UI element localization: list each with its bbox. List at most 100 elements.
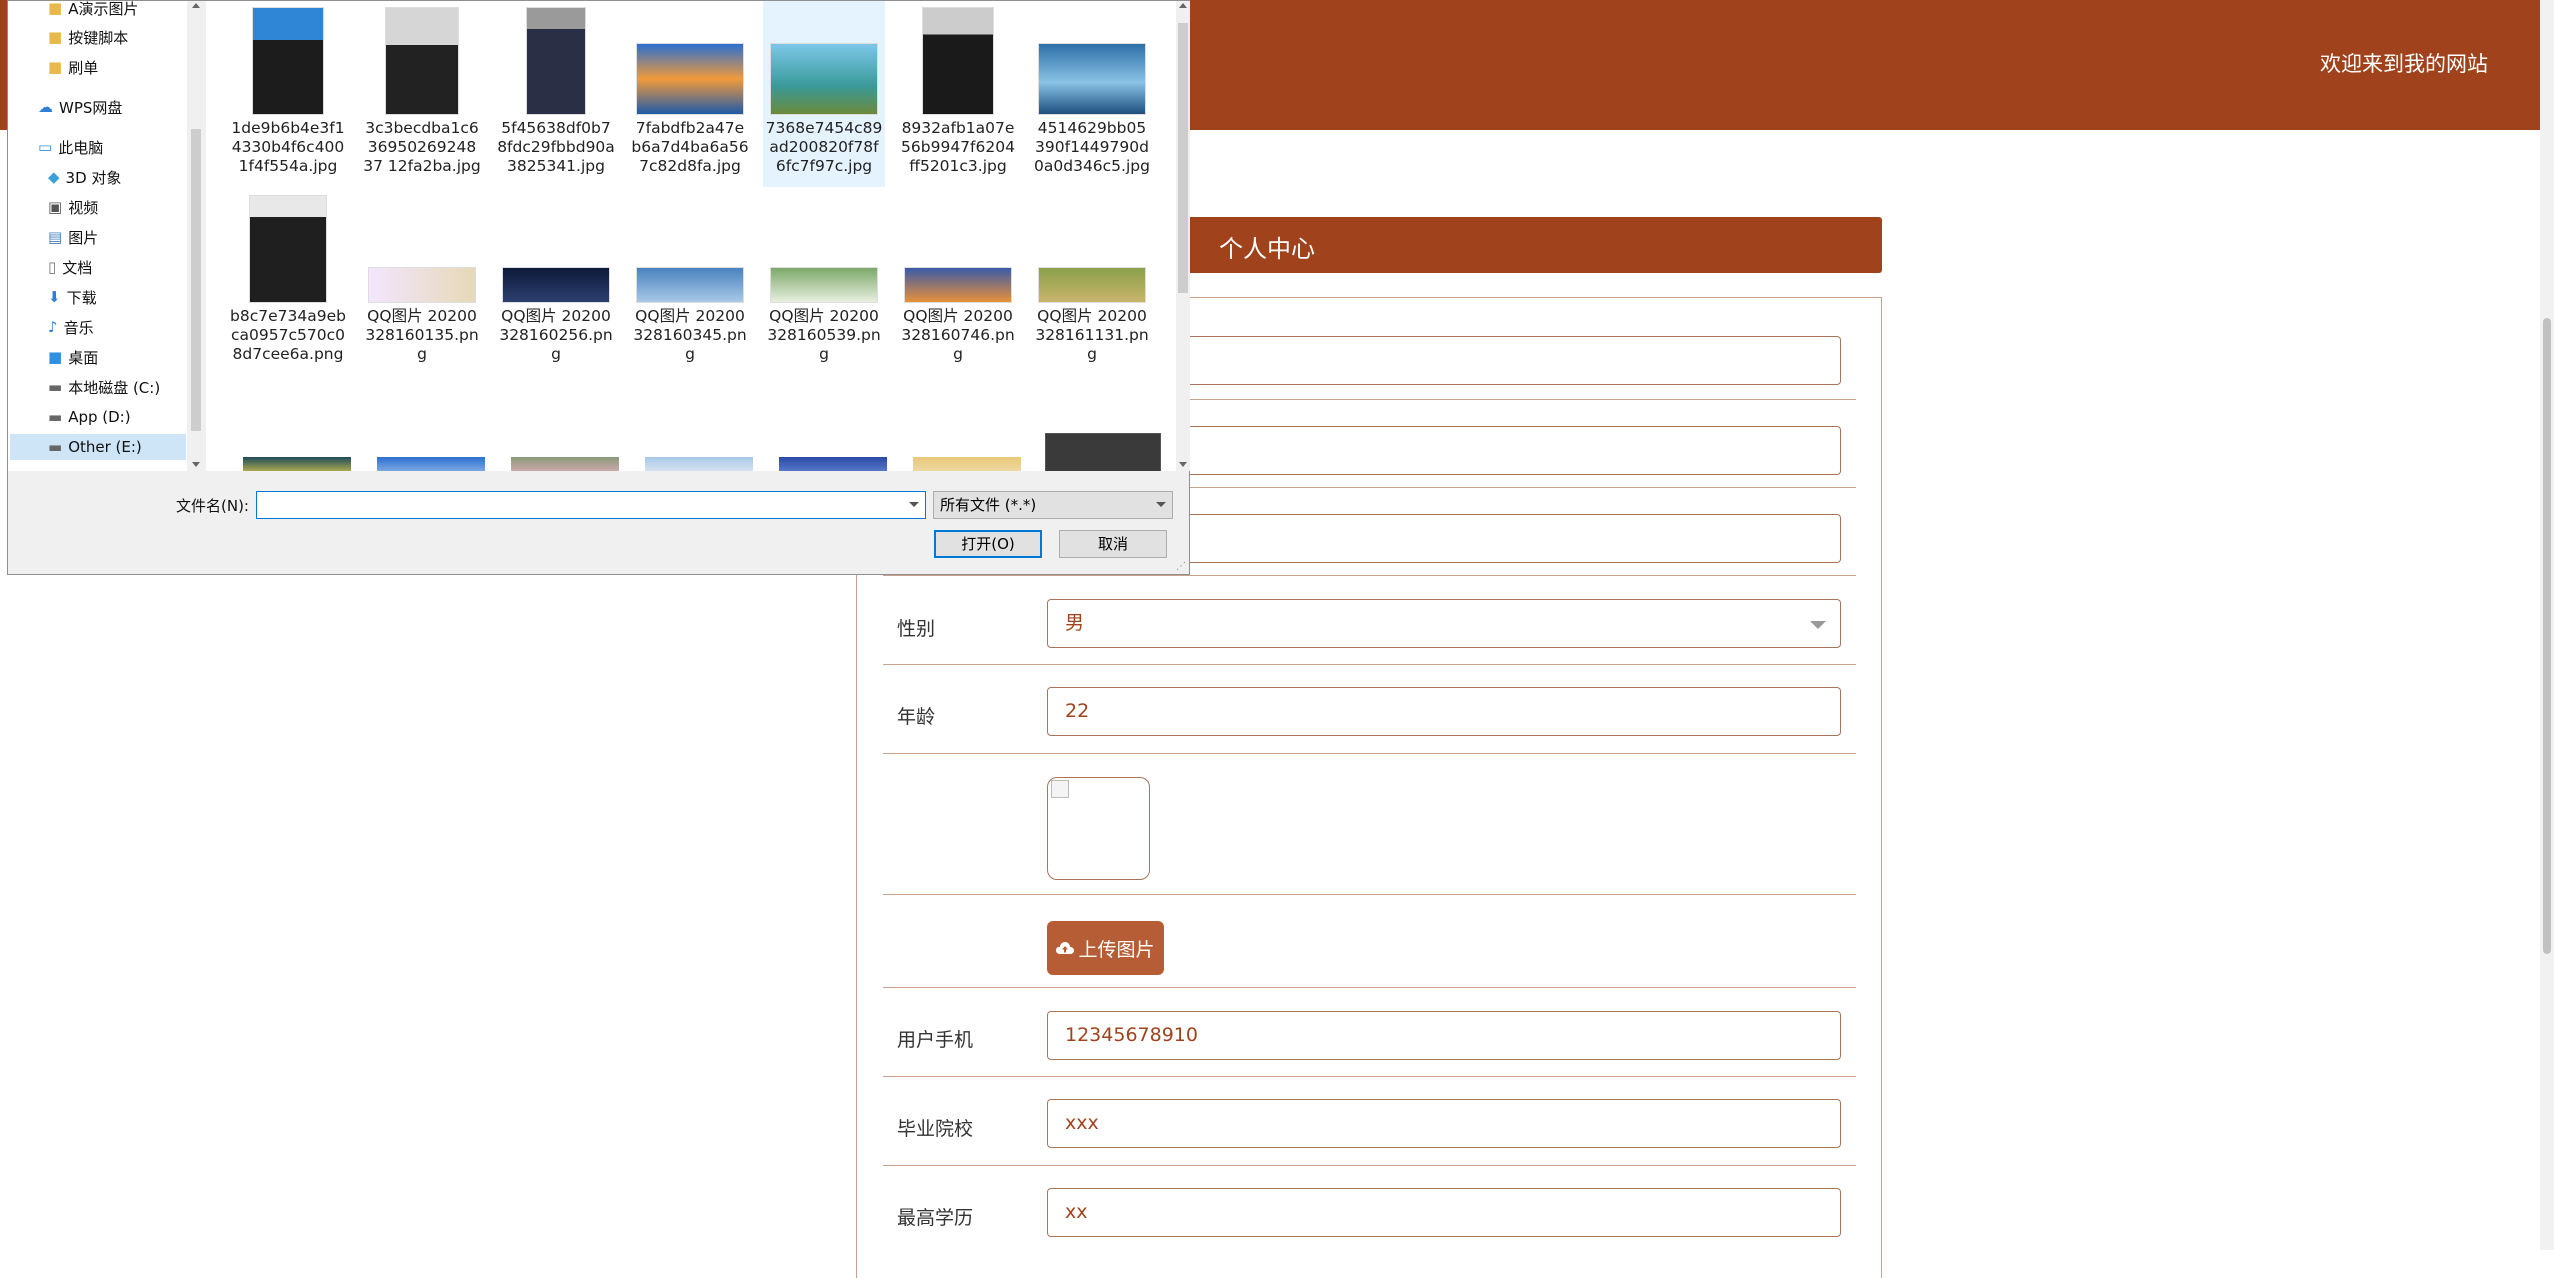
file-thumbnail-partial[interactable] <box>779 457 887 471</box>
tab-personal-center-label: 个人中心 <box>1219 235 1315 263</box>
file-thumbnail <box>1038 267 1146 303</box>
nav-item-demo-pictures[interactable]: ■ A演示图片 <box>48 0 138 21</box>
desktop-icon: ■ <box>48 348 63 366</box>
folder-icon: ■ <box>48 58 63 76</box>
filename-input[interactable] <box>256 491 926 519</box>
broken-image-icon <box>1051 780 1069 798</box>
drive-icon: ▬ <box>48 438 63 456</box>
file-thumbnail-partial[interactable] <box>511 457 619 471</box>
form-row-image <box>883 753 1856 895</box>
upload-image-button[interactable]: 上传图片 <box>1047 921 1164 975</box>
age-input[interactable]: 22 <box>1047 687 1841 736</box>
file-thumbnail <box>922 7 994 115</box>
file-item[interactable]: 5f45638df0b78fdc29fbbd90a3825341.jpg <box>495 1 617 176</box>
nav-item-videos[interactable]: ▣ 视频 <box>48 194 98 220</box>
file-item[interactable]: QQ图片 20200328161131.png <box>1031 189 1153 364</box>
video-thumbnail-partial[interactable] <box>1045 433 1161 471</box>
file-thumbnail <box>904 267 1012 303</box>
gender-select[interactable]: 男 <box>1047 599 1841 648</box>
file-item[interactable]: 1de9b6b4e3f14330b4f6c4001f4f554a.jpg <box>227 1 349 176</box>
navigation-pane[interactable]: ■ A演示图片 ■ 按键脚本 ■ 刷单 ☁ WPS网盘 ▭ 此电脑 ◆ 3D 对象 ▣ 视频 … <box>8 0 205 471</box>
file-type-filter-value: 所有文件 (*.*) <box>940 496 1037 514</box>
file-item[interactable]: QQ图片 20200328160345.png <box>629 189 751 364</box>
download-icon: ⬇ <box>48 288 61 306</box>
file-item[interactable]: QQ图片 20200328160746.png <box>897 189 1019 364</box>
nav-item-drive-e[interactable]: ▬ Other (E:) <box>10 434 186 460</box>
nav-item-drive-c[interactable]: ▬ 本地磁盘 (C:) <box>48 374 160 400</box>
file-thumbnail <box>636 43 744 115</box>
drive-icon: ▬ <box>48 408 63 426</box>
page-scrollbar[interactable] <box>2540 0 2554 1250</box>
file-list-scrollbar-thumb[interactable] <box>1178 23 1188 293</box>
form-row-gender: 性别 男 <box>883 575 1856 665</box>
scroll-up-icon[interactable] <box>192 3 200 8</box>
avatar-preview[interactable] <box>1047 777 1150 880</box>
nav-item-pictures[interactable]: ▤ 图片 <box>48 224 98 250</box>
gender-value: 男 <box>1065 612 1085 634</box>
file-list[interactable]: 1de9b6b4e3f14330b4f6c4001f4f554a.jpg 3c3… <box>206 1 1176 471</box>
file-item[interactable]: QQ图片 20200328160256.png <box>495 189 617 364</box>
school-input[interactable]: xxx <box>1047 1099 1841 1148</box>
scroll-down-icon[interactable] <box>192 462 200 467</box>
file-item[interactable]: QQ图片 20200328160539.png <box>763 189 885 364</box>
nav-item-wps-cloud[interactable]: ☁ WPS网盘 <box>38 94 122 120</box>
cloud-icon: ☁ <box>38 98 53 116</box>
phone-input[interactable]: 12345678910 <box>1047 1011 1841 1060</box>
file-item[interactable]: 7fabdfb2a47eb6a7d4ba6a567c82d8fa.jpg <box>629 1 751 176</box>
file-thumbnail-partial[interactable] <box>913 457 1021 471</box>
cloud-upload-icon <box>1056 942 1075 954</box>
nav-item-drive-d[interactable]: ▬ App (D:) <box>48 404 131 430</box>
file-thumbnail <box>526 7 586 115</box>
nav-scrollbar[interactable] <box>187 1 205 471</box>
upload-image-label: 上传图片 <box>1078 938 1155 961</box>
file-item[interactable]: QQ图片 20200328160135.png <box>361 189 483 364</box>
document-icon: ▯ <box>48 258 57 276</box>
filename-label: 文件名(N): <box>176 497 249 515</box>
education-label: 最高学历 <box>897 1207 974 1229</box>
nav-item-3d-objects[interactable]: ◆ 3D 对象 <box>48 164 121 190</box>
file-item[interactable]: 8932afb1a07e56b9947f6204ff5201c3.jpg <box>897 1 1019 176</box>
file-thumbnail <box>385 7 459 115</box>
music-icon: ♪ <box>48 318 58 336</box>
file-thumbnail <box>252 7 324 115</box>
file-thumbnail <box>636 267 744 303</box>
scroll-up-icon[interactable] <box>1179 3 1187 8</box>
file-type-filter[interactable]: 所有文件 (*.*) <box>933 491 1173 519</box>
form-row-education: 最高学历 xx <box>883 1165 1856 1265</box>
chevron-down-icon <box>1810 621 1826 629</box>
file-thumbnail-partial[interactable] <box>645 457 753 471</box>
open-button[interactable]: 打开(O) <box>934 530 1042 558</box>
file-thumbnail-partial[interactable] <box>243 457 351 471</box>
file-item-hovered[interactable]: 7368e7454c89ad200820f78f6fc7f97c.jpg <box>763 1 885 187</box>
file-item[interactable]: b8c7e734a9ebca0957c570c08d7cee6a.png <box>227 189 349 364</box>
nav-scrollbar-thumb[interactable] <box>191 129 201 431</box>
page-scrollbar-thumb[interactable] <box>2543 318 2551 954</box>
nav-item-downloads[interactable]: ⬇ 下载 <box>48 284 97 310</box>
nav-item-desktop[interactable]: ■ 桌面 <box>48 344 98 370</box>
file-thumbnail <box>368 267 476 303</box>
gender-label: 性别 <box>897 618 936 640</box>
nav-item-music[interactable]: ♪ 音乐 <box>48 314 94 340</box>
file-thumbnail <box>770 43 878 115</box>
cancel-button[interactable]: 取消 <box>1059 530 1167 558</box>
nav-item-this-pc[interactable]: ▭ 此电脑 <box>38 134 103 160</box>
file-item[interactable]: 4514629bb05390f1449790d0a0d346c5.jpg <box>1031 1 1153 176</box>
file-item[interactable]: 3c3becdba1c63695026924837 12fa2ba.jpg <box>361 1 483 176</box>
file-thumbnail-partial[interactable] <box>377 457 485 471</box>
education-input[interactable]: xx <box>1047 1188 1841 1237</box>
phone-label: 用户手机 <box>897 1029 974 1051</box>
form-row-age: 年龄 22 <box>883 664 1856 754</box>
age-label: 年龄 <box>897 706 936 728</box>
chevron-down-icon[interactable] <box>909 502 919 507</box>
nav-item-key-scripts[interactable]: ■ 按键脚本 <box>48 24 128 50</box>
school-label: 毕业院校 <box>897 1118 974 1140</box>
nav-item-order[interactable]: ■ 刷单 <box>48 54 98 80</box>
nav-item-documents[interactable]: ▯ 文档 <box>48 254 92 280</box>
form-row-school: 毕业院校 xxx <box>883 1076 1856 1166</box>
file-list-scrollbar[interactable] <box>1176 1 1190 471</box>
cube-icon: ◆ <box>48 168 60 186</box>
resize-grip-icon[interactable]: ⋰ <box>1176 561 1186 572</box>
drive-icon: ▬ <box>48 378 63 396</box>
scroll-down-icon[interactable] <box>1179 462 1187 467</box>
folder-icon: ■ <box>48 28 63 46</box>
